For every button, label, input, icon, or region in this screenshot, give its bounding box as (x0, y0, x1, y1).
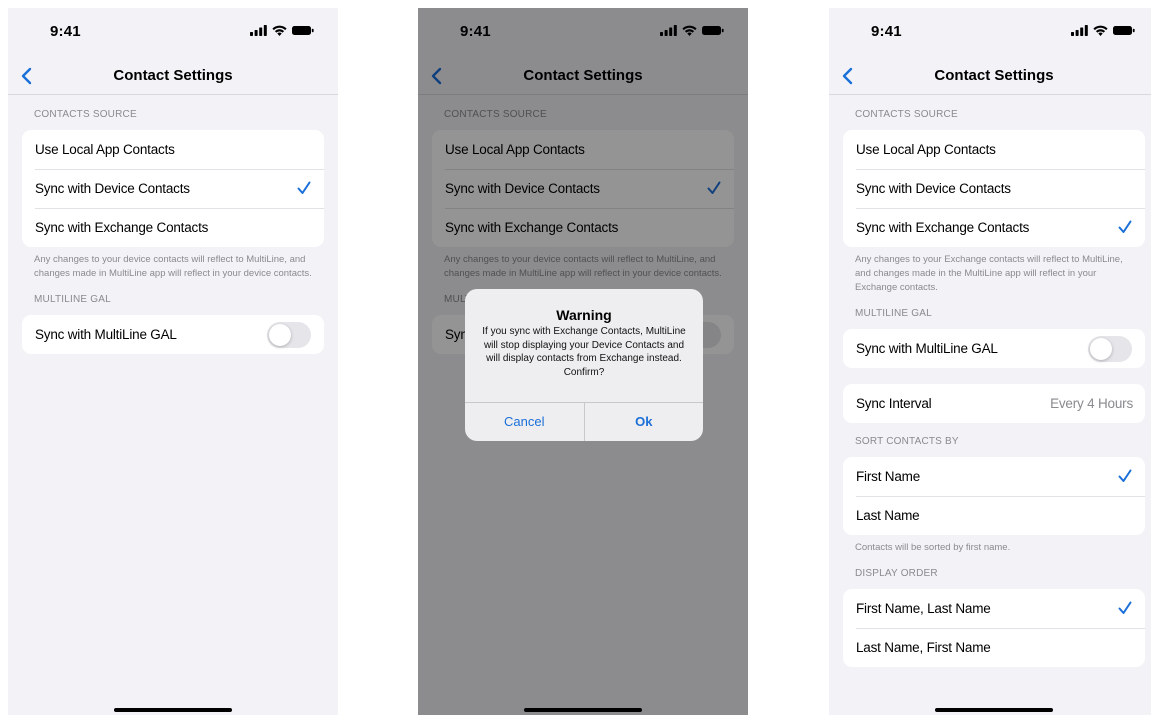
toggle-knob (1090, 338, 1112, 360)
option-local-contacts[interactable]: Use Local App Contacts (843, 130, 1145, 169)
contacts-source-group: Use Local App Contacts Sync with Device … (843, 130, 1145, 247)
section-header-contacts-source: CONTACTS SOURCE (34, 109, 137, 120)
ok-button[interactable]: Ok (583, 403, 704, 441)
checkmark-icon (1118, 220, 1132, 233)
status-time: 9:41 (50, 23, 81, 40)
multiline-gal-group: Sync with MultiLine GAL (22, 315, 324, 354)
gal-sync-row: Sync with MultiLine GAL (22, 315, 324, 354)
home-indicator (935, 708, 1053, 712)
status-bar: 9:41 (829, 8, 1151, 54)
option-device-contacts[interactable]: Sync with Device Contacts (843, 169, 1145, 208)
option-exchange-contacts[interactable]: Sync with Exchange Contacts (22, 208, 324, 247)
section-header-multiline-gal: MULTILINE GAL (855, 308, 932, 319)
wifi-icon (272, 25, 287, 36)
sync-interval-value: Every 4 Hours (1050, 396, 1133, 411)
checkmark-icon (1118, 469, 1132, 482)
source-footer-note: Any changes to your Exchange contacts wi… (855, 254, 1123, 293)
nav-bar: Contact Settings (829, 58, 1151, 94)
display-option-last-first[interactable]: Last Name, First Name (843, 628, 1145, 667)
warning-alert-dialog: Warning If you sync with Exchange Contac… (465, 289, 703, 441)
section-header-sort-contacts: SORT CONTACTS BY (855, 436, 959, 447)
sort-option-last-name[interactable]: Last Name (843, 496, 1145, 535)
checkmark-icon (297, 181, 311, 194)
alert-title: Warning (556, 307, 612, 323)
sync-interval-group: Sync Interval Every 4 Hours (843, 384, 1145, 423)
sort-contacts-group: First Name Last Name (843, 457, 1145, 535)
toggle-knob (269, 324, 291, 346)
nav-bar: Contact Settings (8, 58, 338, 94)
phone-screen-device-sync: 9:41 Contact Settings CONTACTS SOURCE Us… (8, 8, 338, 715)
battery-icon (292, 26, 314, 35)
page-title: Contact Settings (113, 67, 233, 84)
option-exchange-contacts[interactable]: Sync with Exchange Contacts (843, 208, 1145, 247)
sort-option-first-name[interactable]: First Name (843, 457, 1145, 496)
sync-interval-row[interactable]: Sync Interval Every 4 Hours (843, 384, 1145, 423)
checkmark-icon (1118, 601, 1132, 614)
section-header-display-order: DISPLAY ORDER (855, 568, 938, 579)
page-title: Contact Settings (934, 67, 1054, 84)
wifi-icon (1093, 25, 1108, 36)
cancel-button[interactable]: Cancel (465, 403, 584, 441)
gal-sync-toggle[interactable] (1088, 336, 1132, 362)
multiline-gal-group: Sync with MultiLine GAL (843, 329, 1145, 368)
signal-icon (250, 25, 267, 36)
battery-icon (1113, 26, 1135, 35)
home-indicator (114, 708, 232, 712)
nav-divider (829, 94, 1151, 95)
sort-footer-note: Contacts will be sorted by first name. (855, 542, 1011, 553)
status-time: 9:41 (871, 23, 902, 40)
alert-message: If you sync with Exchange Contacts, Mult… (482, 326, 686, 378)
section-header-multiline-gal: MULTILINE GAL (34, 294, 111, 305)
gal-sync-row: Sync with MultiLine GAL (843, 329, 1145, 368)
alert-button-bar: Cancel Ok (465, 402, 703, 441)
signal-icon (1071, 25, 1088, 36)
phone-screen-exchange-sync: 9:41 Contact Settings CONTACTS SOURCE Us… (829, 8, 1151, 715)
gal-sync-toggle[interactable] (267, 322, 311, 348)
option-device-contacts[interactable]: Sync with Device Contacts (22, 169, 324, 208)
source-footer-note: Any changes to your device contacts will… (34, 254, 312, 279)
contacts-source-group: Use Local App Contacts Sync with Device … (22, 130, 324, 247)
display-order-group: First Name, Last Name Last Name, First N… (843, 589, 1145, 667)
status-bar: 9:41 (8, 8, 338, 54)
section-header-contacts-source: CONTACTS SOURCE (855, 109, 958, 120)
phone-screen-warning-alert: 9:41 Contact Settings CONTACTS SOURCE Us… (418, 8, 748, 715)
option-local-contacts[interactable]: Use Local App Contacts (22, 130, 324, 169)
display-option-first-last[interactable]: First Name, Last Name (843, 589, 1145, 628)
nav-divider (8, 94, 338, 95)
